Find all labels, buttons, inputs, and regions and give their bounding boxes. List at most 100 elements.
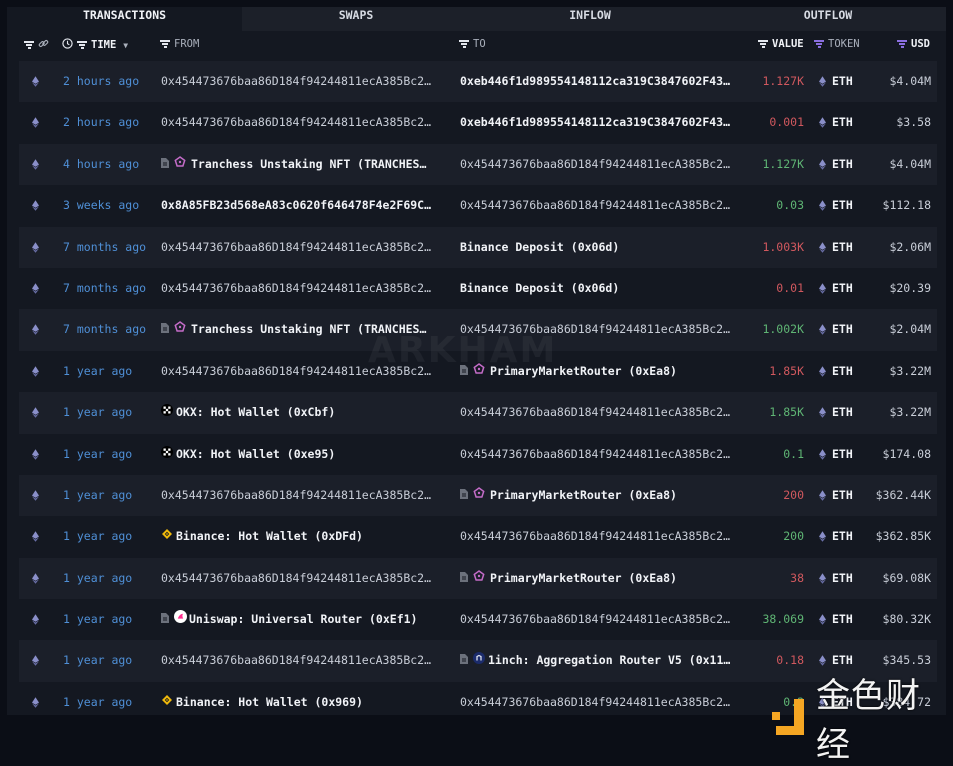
table-row[interactable]: 2 hours ago 0x454473676baa86D184f94244811… [19, 61, 937, 103]
time-filter-icon[interactable] [77, 41, 87, 49]
time-link[interactable]: 1 year ago [63, 434, 132, 475]
token-cell[interactable]: ETH [832, 268, 853, 309]
token-cell[interactable]: ETH [832, 516, 853, 557]
jinse-overlay: 金色财经 [772, 668, 953, 766]
from-address-link[interactable]: Uniswap: Universal Router (0xEf1) [189, 612, 417, 626]
to-address-link[interactable]: 0xeb446f1d989554148112ca319C3847602F43… [460, 74, 730, 88]
value-cell: 1.003K [762, 239, 804, 254]
usd-cell: $4.04M [889, 74, 931, 88]
usd-cell: $69.08K [882, 570, 931, 585]
time-link[interactable]: 1 year ago [63, 599, 132, 640]
jinse-logo-icon [772, 699, 808, 735]
to-address-link[interactable]: PrimaryMarketRouter (0xEa8) [490, 488, 677, 502]
from-address-link[interactable]: 0x8A85FB23d568eA83c0620f646478F4e2F69C… [161, 198, 431, 212]
tab-transactions[interactable]: TRANSACTIONS [7, 7, 242, 31]
time-link[interactable]: 2 hours ago [63, 61, 139, 102]
from-address-link[interactable]: OKX: Hot Wallet (0xCbf) [176, 405, 335, 419]
token-cell[interactable]: ETH [832, 434, 853, 475]
to-address-link[interactable]: 0xeb446f1d989554148112ca319C3847602F43… [460, 115, 730, 129]
to-address-link[interactable]: 0x454473676baa86D184f94244811ecA385Bc2… [460, 447, 730, 461]
to-address-link[interactable]: Binance Deposit (0x06d) [460, 281, 619, 295]
to-address-link[interactable]: 1inch: Aggregation Router V5 (0x11… [488, 654, 730, 668]
time-link[interactable]: 1 year ago [63, 351, 132, 392]
from-address-link[interactable]: 0x454473676baa86D184f94244811ecA385Bc2… [161, 240, 431, 254]
table-row[interactable]: 1 year ago 0x454473676baa86D184f94244811e… [19, 557, 937, 600]
time-link[interactable]: 2 hours ago [63, 102, 139, 143]
table-row[interactable]: 7 months ago 0x454473676baa86D184f9424481… [19, 226, 937, 268]
token-cell[interactable]: ETH [832, 61, 853, 102]
from-address-link[interactable]: Tranchess Unstaking NFT (TRANCHES… [191, 157, 426, 171]
transactions-table: 2 hours ago 0x454473676baa86D184f94244811… [19, 61, 937, 723]
token-cell[interactable]: ETH [832, 102, 853, 143]
time-column-header[interactable]: TIME [91, 39, 116, 51]
token-cell[interactable]: ETH [832, 351, 853, 392]
from-address-link[interactable]: 0x454473676baa86D184f94244811ecA385Bc2… [161, 488, 431, 502]
time-link[interactable]: 1 year ago [63, 640, 132, 681]
from-address-link[interactable]: 0x454473676baa86D184f94244811ecA385Bc2… [161, 653, 431, 667]
from-cell: OKX: Hot Wallet (0xe95) [161, 434, 446, 475]
table-row[interactable]: 4 hours ago Tranchess Unstaking NFT (TRAN… [19, 143, 937, 186]
usd-column-header[interactable]: USD [911, 38, 930, 50]
tab-outflow[interactable]: OUTFLOW [710, 7, 946, 31]
token-cell[interactable]: ETH [832, 227, 853, 268]
to-address-link[interactable]: 0x454473676baa86D184f94244811ecA385Bc2… [460, 612, 730, 626]
table-row[interactable]: 1 year ago Uniswap: Universal Router (0xE… [19, 599, 937, 640]
sort-desc-icon[interactable]: ▼ [123, 41, 128, 50]
to-cell: 0x454473676baa86D184f94244811ecA385Bc2… [460, 682, 745, 723]
to-cell: 0x454473676baa86D184f94244811ecA385Bc2… [460, 599, 745, 640]
tranchess-logo-icon [473, 475, 485, 516]
usd-cell: $3.22M [889, 363, 931, 378]
time-link[interactable]: 1 year ago [63, 516, 132, 557]
to-address-link[interactable]: 0x454473676baa86D184f94244811ecA385Bc2… [460, 198, 730, 212]
token-cell[interactable]: ETH [832, 185, 853, 226]
token-cell[interactable]: ETH [832, 475, 853, 516]
table-row[interactable]: 3 weeks ago 0x8A85FB23d568eA83c0620f64647… [19, 185, 937, 226]
token-cell[interactable]: ETH [832, 392, 853, 433]
time-link[interactable]: 7 months ago [63, 309, 146, 350]
arkham-watermark: ARKHAM [368, 330, 558, 371]
ethereum-chain-icon [32, 61, 40, 102]
tab-swaps[interactable]: SWAPS [242, 7, 470, 31]
time-link[interactable]: 1 year ago [63, 558, 132, 599]
time-link[interactable]: 3 weeks ago [63, 185, 139, 226]
token-cell[interactable]: ETH [832, 144, 853, 185]
token-filter-icon[interactable] [814, 40, 824, 48]
to-filter-icon[interactable] [459, 40, 469, 48]
usd-filter-icon[interactable] [897, 40, 907, 48]
from-filter-icon[interactable] [160, 40, 170, 48]
token-cell[interactable]: ETH [832, 599, 853, 640]
value-filter-icon[interactable] [758, 40, 768, 48]
to-address-link[interactable]: 0x454473676baa86D184f94244811ecA385Bc2… [460, 529, 730, 543]
time-link[interactable]: 1 year ago [63, 392, 132, 433]
time-link[interactable]: 4 hours ago [63, 144, 139, 185]
time-link[interactable]: 7 months ago [63, 268, 146, 309]
to-address-link[interactable]: 0x454473676baa86D184f94244811ecA385Bc2… [460, 405, 730, 419]
tab-inflow[interactable]: INFLOW [470, 7, 710, 31]
to-address-link[interactable]: PrimaryMarketRouter (0xEa8) [490, 571, 677, 585]
from-address-link[interactable]: OKX: Hot Wallet (0xe95) [176, 447, 335, 461]
table-row[interactable]: 1 year ago OKX: Hot Wallet (0xe95) 0x45447… [19, 434, 937, 475]
link-icon[interactable] [38, 38, 49, 52]
table-row[interactable]: 1 year ago 0x454473676baa86D184f94244811e… [19, 474, 937, 517]
token-cell[interactable]: ETH [832, 309, 853, 350]
from-address-link[interactable]: Binance: Hot Wallet (0xDFd) [176, 530, 363, 544]
from-address-link[interactable]: 0x454473676baa86D184f94244811ecA385Bc2… [161, 281, 431, 295]
from-cell: 0x454473676baa86D184f94244811ecA385Bc2… [161, 227, 446, 268]
from-address-link[interactable]: 0x454473676baa86D184f94244811ecA385Bc2… [161, 571, 431, 585]
time-link[interactable]: 1 year ago [63, 475, 132, 516]
from-address-link[interactable]: 0x454473676baa86D184f94244811ecA385Bc2… [161, 74, 431, 88]
table-row[interactable]: 1 year ago Binance: Hot Wallet (0xDFd) 0x4… [19, 516, 937, 557]
to-address-link[interactable]: Binance Deposit (0x06d) [460, 240, 619, 254]
table-row[interactable]: 1 year ago OKX: Hot Wallet (0xCbf) 0x45447… [19, 392, 937, 434]
to-address-link[interactable]: 0x454473676baa86D184f94244811ecA385Bc2… [460, 695, 730, 709]
time-link[interactable]: 7 months ago [63, 227, 146, 268]
from-address-link[interactable]: Binance: Hot Wallet (0x969) [176, 695, 363, 709]
token-cell[interactable]: ETH [832, 558, 853, 599]
time-link[interactable]: 1 year ago [63, 682, 132, 723]
table-row[interactable]: 2 hours ago 0x454473676baa86D184f94244811… [19, 102, 937, 143]
filter-icon[interactable] [24, 41, 34, 49]
from-address-link[interactable]: 0x454473676baa86D184f94244811ecA385Bc2… [161, 115, 431, 129]
value-column-header[interactable]: VALUE [772, 38, 804, 50]
to-address-link[interactable]: 0x454473676baa86D184f94244811ecA385Bc2… [460, 157, 730, 171]
table-row[interactable]: 7 months ago 0x454473676baa86D184f9424481… [19, 268, 937, 309]
